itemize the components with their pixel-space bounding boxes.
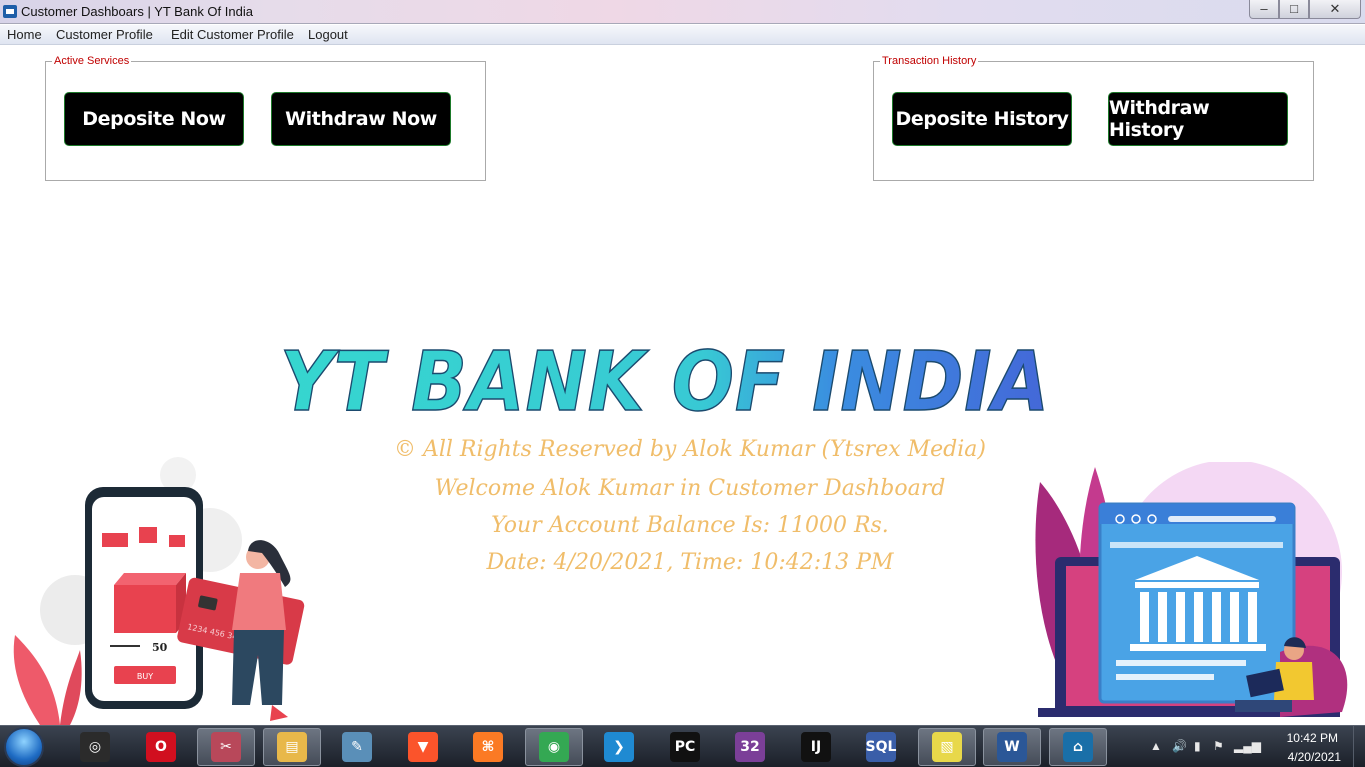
winrar-icon: 32	[735, 732, 765, 762]
bank-logo: YT BANK OF INDIA	[279, 334, 1050, 431]
taskbar-button[interactable]: ▤	[263, 728, 321, 766]
deposite-now-button[interactable]: Deposite Now	[64, 92, 244, 146]
taskbar-button[interactable]: IJ	[787, 728, 845, 766]
online-banking-illustration	[1035, 462, 1348, 717]
file-explorer-icon: ▤	[277, 732, 307, 762]
sql-shell-icon: SQL	[866, 732, 896, 762]
account-balance-text: Your Account Balance Is: 11000 Rs.	[491, 513, 889, 538]
show-hidden-icons-icon[interactable]: ▲	[1150, 739, 1162, 753]
start-button[interactable]	[4, 727, 44, 767]
snipping-tool-icon: ✂	[211, 732, 241, 762]
price-text: 50	[152, 641, 168, 654]
system-tray: ▲ 🔊 ▮ ⚑ ▂▄▆ 10:42 PM 4/20/2021	[1150, 726, 1365, 767]
taskbar-button[interactable]: ◎	[66, 728, 124, 766]
menu-customer-profile[interactable]: Customer Profile	[56, 27, 153, 42]
taskbar-button[interactable]: ▼	[394, 728, 452, 766]
xampp-icon: ⌘	[473, 732, 503, 762]
taskbar-button[interactable]: ⌂	[1049, 728, 1107, 766]
intellij-icon: IJ	[801, 732, 831, 762]
minimize-button[interactable]: –	[1249, 0, 1279, 19]
opera-icon: O	[146, 732, 176, 762]
menu-logout[interactable]: Logout	[308, 27, 348, 42]
clock-date[interactable]: 4/20/2021	[1288, 750, 1341, 764]
maximize-button[interactable]: □	[1279, 0, 1309, 19]
window-title: Customer Dashboars | YT Bank Of India	[21, 4, 253, 19]
taskbar-button[interactable]: SQL	[852, 728, 910, 766]
copyright-text: © All Rights Reserved by Alok Kumar (Yts…	[393, 437, 986, 462]
transaction-history-legend: Transaction History	[880, 54, 979, 68]
taskbar-button[interactable]: W	[983, 728, 1041, 766]
taskbar: ◎ O ✂ ▤ ✎ ▼ ⌘ ◉ ❯ PC 32 IJ SQL ▧ W ⌂ ▲ 🔊 ▮ ⚑ ▂▄▆ 10:42 …	[0, 725, 1365, 767]
buy-button-label: BUY	[137, 672, 153, 681]
deposite-history-button[interactable]: Deposite History	[892, 92, 1072, 146]
network-signal-icon[interactable]: ▂▄▆	[1234, 739, 1261, 753]
taskbar-button[interactable]: ▧	[918, 728, 976, 766]
taskbar-button[interactable]: ✂	[197, 728, 255, 766]
taskbar-button[interactable]: 32	[721, 728, 779, 766]
taskbar-button[interactable]: ⌘	[459, 728, 517, 766]
vscode-icon: ❯	[604, 732, 634, 762]
bank-app-icon: ⌂	[1063, 732, 1093, 762]
bank-logo-text: YT BANK OF INDIA	[280, 335, 1050, 430]
menu-bar: Home Customer Profile Edit Customer Prof…	[0, 25, 1365, 45]
show-desktop-button[interactable]	[1353, 726, 1365, 767]
withdraw-history-button[interactable]: Withdraw History	[1108, 92, 1288, 146]
active-services-group: Active Services Deposite Now Withdraw No…	[45, 54, 486, 181]
menu-home[interactable]: Home	[7, 27, 42, 42]
welcome-text: Welcome Alok Kumar in Customer Dashboard	[434, 476, 946, 501]
app-window: Customer Dashboars | YT Bank Of India – …	[0, 0, 1365, 767]
shopping-illustration: 50 BUY 1234 456 3417 789 163	[13, 457, 305, 725]
volume-icon[interactable]: 🔊	[1172, 739, 1187, 753]
close-button[interactable]: ✕	[1309, 0, 1361, 19]
obs-icon: ◎	[80, 732, 110, 762]
word-icon: W	[997, 732, 1027, 762]
app-icon	[3, 5, 17, 18]
title-bar: Customer Dashboars | YT Bank Of India – …	[0, 0, 1365, 24]
clock-time[interactable]: 10:42 PM	[1287, 731, 1338, 745]
transaction-history-group: Transaction History Deposite History Wit…	[873, 54, 1314, 181]
taskbar-button[interactable]: PC	[656, 728, 714, 766]
pycharm-icon: PC	[670, 732, 700, 762]
taskbar-button[interactable]: O	[132, 728, 190, 766]
active-services-legend: Active Services	[52, 54, 132, 68]
taskbar-button[interactable]: ✎	[328, 728, 386, 766]
taskbar-button[interactable]: ◉	[525, 728, 583, 766]
sticky-notes-icon: ▧	[932, 732, 962, 762]
notepad-icon: ✎	[342, 732, 372, 762]
power-icon[interactable]: ▮	[1194, 739, 1201, 753]
menu-edit-customer-profile[interactable]: Edit Customer Profile	[171, 27, 294, 42]
brave-icon: ▼	[408, 732, 438, 762]
date-time-text: Date: 4/20/2021, Time: 10:42:13 PM	[486, 550, 894, 575]
withdraw-now-button[interactable]: Withdraw Now	[271, 92, 451, 146]
chrome-icon: ◉	[539, 732, 569, 762]
action-center-flag-icon[interactable]: ⚑	[1213, 739, 1224, 753]
taskbar-button[interactable]: ❯	[590, 728, 648, 766]
